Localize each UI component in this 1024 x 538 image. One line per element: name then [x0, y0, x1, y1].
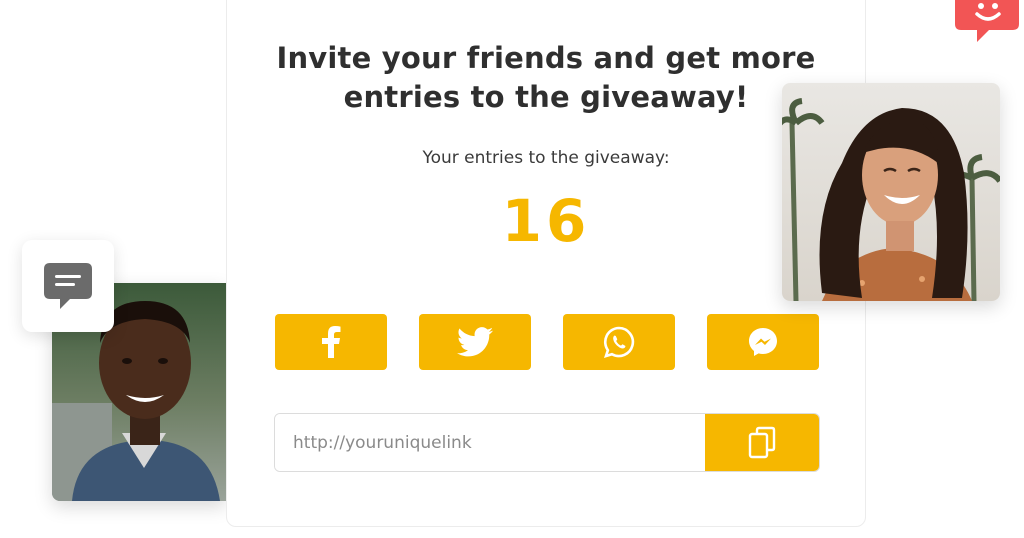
- twitter-icon: [457, 327, 493, 357]
- facebook-icon: [322, 326, 341, 358]
- chat-bubble-icon: [44, 263, 92, 309]
- whatsapp-icon: [603, 326, 635, 358]
- share-whatsapp-button[interactable]: [563, 314, 675, 370]
- unique-link-box: [274, 413, 820, 472]
- entries-count: 16: [501, 187, 591, 255]
- card-title-line1: Invite your friends and get more: [276, 41, 816, 75]
- entries-label: Your entries to the giveaway:: [422, 148, 670, 168]
- share-facebook-button[interactable]: [275, 314, 387, 370]
- smiley-icon: [955, 0, 1019, 42]
- messenger-icon: [749, 328, 777, 356]
- user-photo-woman: [782, 83, 1000, 301]
- unique-link-input[interactable]: [275, 414, 705, 471]
- copy-icon: [748, 426, 776, 458]
- share-messenger-button[interactable]: [707, 314, 819, 370]
- card-title-line2: entries to the giveaway!: [343, 80, 749, 114]
- share-twitter-button[interactable]: [419, 314, 531, 370]
- invite-card: Invite your friends and get more entries…: [226, 0, 866, 527]
- smiley-badge: [955, 0, 1019, 44]
- card-title: Invite your friends and get more entries…: [227, 39, 865, 117]
- copy-link-button[interactable]: [705, 414, 819, 471]
- chat-bubble-card: [22, 240, 114, 332]
